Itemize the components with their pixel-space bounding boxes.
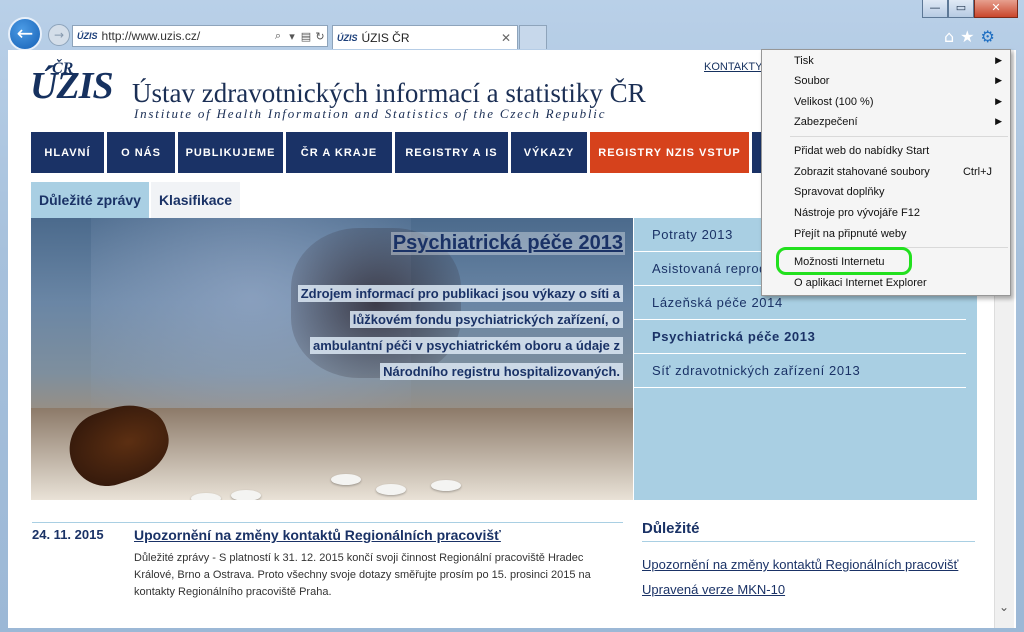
menu-item-stahovane-soubory[interactable]: Zobrazit stahované soubory Ctrl+J: [762, 162, 1010, 182]
pill-image: [231, 490, 261, 500]
hero-banner[interactable]: Psychiatrická péče 2013 Zdrojem informac…: [31, 218, 633, 500]
tab-klasifikace[interactable]: Klasifikace: [150, 182, 241, 218]
close-window-button[interactable]: ✕: [974, 0, 1018, 18]
submenu-arrow-icon: ▶: [995, 97, 1002, 107]
menu-item-spravovat-doplnky[interactable]: Spravovat doplňky: [762, 182, 1010, 202]
arrow-left-icon: ←: [16, 21, 34, 45]
menu-shortcut: Ctrl+J: [962, 166, 992, 178]
main-navigation: HLAVNÍ O NÁS PUBLIKUJEME ČR A KRAJE REGI…: [31, 132, 772, 173]
address-bar[interactable]: ÚZIS http://www.uzis.cz/ ⌕ ▾ ▤ ↻: [72, 25, 328, 47]
back-button[interactable]: ←: [8, 17, 42, 51]
news-divider: [32, 522, 623, 523]
nav-cr-a-kraje[interactable]: ČR A KRAJE: [286, 132, 392, 173]
menu-item-label: Soubor: [794, 75, 830, 87]
news-body: Důležité zprávy - S platností k 31. 12. …: [134, 552, 591, 598]
nav-hlavni[interactable]: HLAVNÍ: [31, 132, 104, 173]
list-item-active[interactable]: Psychiatrická péče 2013: [634, 320, 966, 354]
address-url[interactable]: http://www.uzis.cz/: [102, 29, 271, 43]
news-date: 24. 11. 2015: [32, 527, 104, 542]
star-icon[interactable]: ★: [960, 27, 974, 46]
chevron-down-icon[interactable]: ⌄: [999, 600, 1009, 614]
submenu-arrow-icon: ▶: [995, 117, 1002, 127]
nav-o-nas[interactable]: O NÁS: [107, 132, 175, 173]
menu-item-label: Přejít na připnuté weby: [794, 228, 907, 240]
pill-image: [191, 493, 221, 500]
menu-item-tisk[interactable]: Tisk ▶: [762, 51, 1010, 71]
menu-item-nastroje-pro-vyvojare[interactable]: Nástroje pro vývojáře F12: [762, 203, 1010, 223]
tab-dulezite-zpravy[interactable]: Důležité zprávy: [31, 182, 149, 218]
important-link[interactable]: Upravená verze MKN-10: [642, 582, 785, 597]
compatibility-view-icon[interactable]: ▤: [299, 30, 313, 43]
tab-title: ÚZIS ČR: [361, 30, 410, 45]
menu-item-label: Zabezpečení: [794, 116, 858, 128]
menu-separator: [790, 136, 1008, 137]
news-title-link[interactable]: Upozornění na změny kontaktů Regionálníc…: [134, 527, 501, 543]
new-tab-button[interactable]: [519, 25, 547, 49]
hero-text-line: ambulantní péči v psychiatrickém oboru a…: [309, 337, 623, 354]
refresh-icon[interactable]: ↻: [313, 30, 327, 43]
menu-item-label: Spravovat doplňky: [794, 186, 885, 198]
menu-item-pripnute-weby[interactable]: Přejít na připnuté weby: [762, 224, 1010, 244]
kontakty-link[interactable]: KONTAKTY: [704, 61, 762, 73]
hero-text-line: Zdrojem informací pro publikaci jsou výk…: [297, 285, 623, 302]
nav-registry-a-is[interactable]: REGISTRY A IS: [395, 132, 508, 173]
pill-image: [431, 480, 461, 491]
search-icon[interactable]: ⌕: [271, 29, 285, 43]
minimize-button[interactable]: —: [922, 0, 948, 18]
menu-item-label: O aplikaci Internet Explorer: [794, 277, 927, 289]
gear-icon[interactable]: ⚙: [981, 27, 995, 46]
hero-text-line: Národního registru hospitalizovaných.: [380, 363, 623, 380]
arrow-right-icon: →: [53, 28, 65, 42]
menu-item-label: Tisk: [794, 55, 814, 67]
menu-item-soubor[interactable]: Soubor ▶: [762, 71, 1010, 91]
subtabs: Důležité zprávy Klasifikace: [31, 182, 241, 218]
nav-publikujeme[interactable]: PUBLIKUJEME: [178, 132, 283, 173]
menu-item-velikost[interactable]: Velikost (100 %) ▶: [762, 92, 1010, 112]
org-name: Ústav zdravotnických informací a statist…: [132, 78, 646, 108]
maximize-button[interactable]: ▭: [948, 0, 974, 18]
list-item[interactable]: Síť zdravotnických zařízení 2013: [634, 354, 966, 388]
window-controls: — ▭ ✕: [922, 0, 1018, 20]
highlight-outline: [776, 247, 912, 275]
toolbar-icons: ⌂ ★ ⚙: [944, 27, 995, 46]
submenu-arrow-icon: ▶: [995, 56, 1002, 66]
close-tab-icon[interactable]: ✕: [501, 31, 517, 45]
menu-item-label: Nástroje pro vývojáře F12: [794, 207, 920, 219]
browser-tab[interactable]: ÚZIS ÚZIS ČR ✕: [332, 25, 518, 49]
menu-item-o-aplikaci[interactable]: O aplikaci Internet Explorer: [762, 273, 1010, 293]
menu-item-label: Velikost (100 %): [794, 96, 874, 108]
pill-image: [331, 474, 361, 485]
org-subtitle: Institute of Health Information and Stat…: [134, 106, 607, 121]
important-link[interactable]: Upozornění na změny kontaktů Regionálníc…: [642, 557, 958, 572]
home-icon[interactable]: ⌂: [944, 27, 954, 46]
site-logo[interactable]: ÚZIS: [30, 64, 114, 108]
menu-item-zabezpeceni[interactable]: Zabezpečení ▶: [762, 112, 1010, 132]
forward-button[interactable]: →: [48, 24, 70, 46]
important-heading: Důležité: [642, 520, 700, 537]
site-favicon: ÚZIS: [77, 31, 98, 41]
menu-item-pridat-web[interactable]: Přidat web do nabídky Start: [762, 141, 1010, 161]
menu-item-label: Přidat web do nabídky Start: [794, 145, 930, 157]
nav-registry-nzis-vstup[interactable]: REGISTRY NZIS VSTUP: [590, 132, 749, 173]
dropdown-arrow-icon[interactable]: ▾: [285, 30, 299, 43]
important-divider: [642, 541, 975, 542]
hero-title-link[interactable]: Psychiatrická péče 2013: [390, 232, 625, 255]
submenu-arrow-icon: ▶: [995, 76, 1002, 86]
pill-image: [376, 484, 406, 495]
menu-item-label: Zobrazit stahované soubory: [794, 166, 930, 178]
tab-favicon: ÚZIS: [337, 32, 358, 43]
nav-vykazy[interactable]: VÝKAZY: [511, 132, 587, 173]
hero-text-line: lůžkovém fondu psychiatrických zařízení,…: [349, 311, 623, 328]
